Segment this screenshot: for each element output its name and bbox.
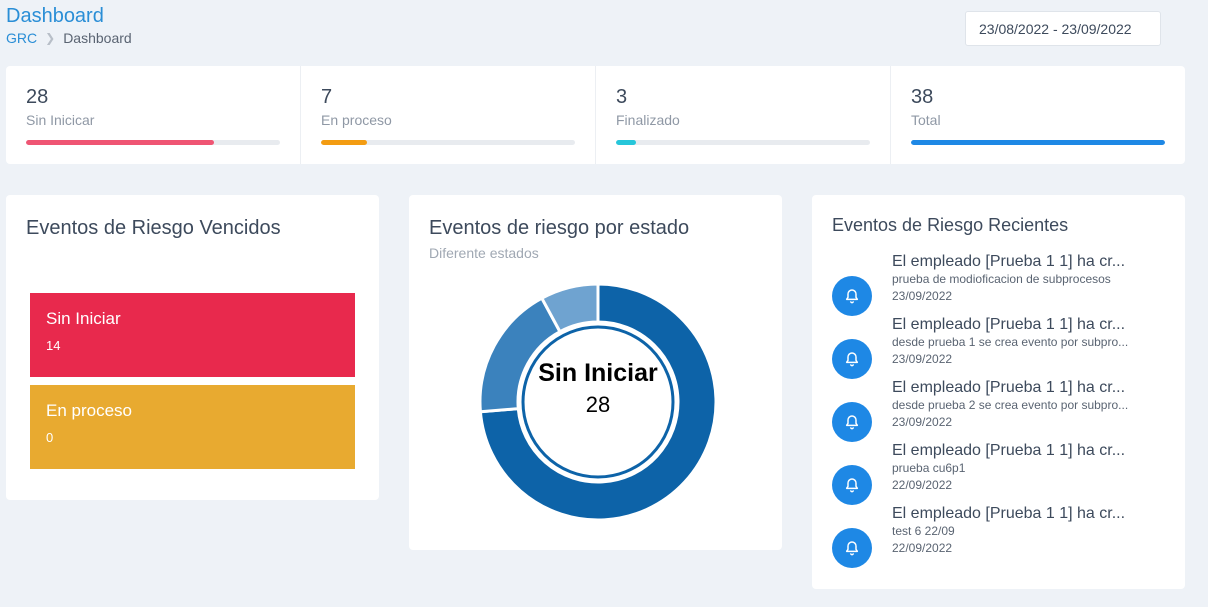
- recent-title: El empleado [Prueba 1 1] ha cr...: [892, 505, 1126, 522]
- recent-desc: prueba de modioficacion de subprocesos: [892, 272, 1111, 286]
- card-recent-events: Eventos de Riesgo Recientes El empleado …: [812, 195, 1185, 589]
- breadcrumb-current: Dashboard: [63, 30, 132, 46]
- stat-progress-bar: [321, 140, 575, 145]
- donut-chart: Sin Iniciar 28: [473, 277, 723, 527]
- card-vencidos: Eventos de Riesgo Vencidos Sin Iniciar 1…: [6, 195, 379, 500]
- breadcrumb: GRC ❯ Dashboard: [6, 30, 132, 46]
- list-item[interactable]: El empleado [Prueba 1 1] ha cr... prueba…: [832, 253, 1172, 316]
- recent-title: El empleado [Prueba 1 1] ha cr...: [892, 316, 1126, 333]
- list-item[interactable]: El empleado [Prueba 1 1] ha cr... desde …: [832, 316, 1172, 379]
- donut-slice-en-proceso[interactable]: [478, 296, 562, 414]
- bell-icon: [832, 465, 872, 505]
- bell-icon: [832, 528, 872, 568]
- stat-progress-bar: [26, 140, 280, 145]
- stat-label: En proceso: [321, 112, 392, 128]
- recent-date: 22/09/2022: [892, 541, 953, 555]
- stat-progress-fill: [321, 140, 367, 145]
- recent-date: 23/09/2022: [892, 415, 953, 429]
- recent-title: El empleado [Prueba 1 1] ha cr...: [892, 253, 1126, 270]
- stat-total: 38 Total: [891, 66, 1185, 164]
- stat-label: Finalizado: [616, 112, 680, 128]
- card-estado: Eventos de riesgo por estado Diferente e…: [409, 195, 782, 550]
- vencido-label: Sin Iniciar: [46, 309, 121, 328]
- bell-icon: [832, 276, 872, 316]
- vencido-count: 14: [46, 338, 61, 353]
- stat-progress-fill: [616, 140, 637, 145]
- date-range-picker[interactable]: 23/08/2022 - 23/09/2022: [965, 11, 1161, 46]
- recent-title: El empleado [Prueba 1 1] ha cr...: [892, 379, 1126, 396]
- card-title: Eventos de Riesgo Vencidos: [26, 217, 281, 239]
- vencido-count: 0: [46, 430, 54, 445]
- recent-desc: desde prueba 1 se crea evento por subpro…: [892, 335, 1129, 349]
- stat-label: Sin Inicicar: [26, 112, 95, 128]
- stat-value: 3: [616, 86, 628, 108]
- card-title: Eventos de Riesgo Recientes: [832, 215, 1069, 235]
- stat-sin-iniciar: 28 Sin Inicicar: [6, 66, 301, 164]
- recent-list: El empleado [Prueba 1 1] ha cr... prueba…: [832, 253, 1172, 568]
- list-item[interactable]: El empleado [Prueba 1 1] ha cr... prueba…: [832, 442, 1172, 505]
- stat-progress-fill: [911, 140, 1165, 145]
- stat-label: Total: [911, 112, 941, 128]
- recent-date: 23/09/2022: [892, 352, 953, 366]
- stat-progress-bar: [616, 140, 870, 145]
- card-title: Eventos de riesgo por estado: [429, 217, 690, 239]
- recent-desc: test 6 22/09: [892, 524, 955, 538]
- stat-value: 7: [321, 86, 333, 108]
- bell-icon: [832, 402, 872, 442]
- vencido-box-sin-iniciar[interactable]: Sin Iniciar 14: [30, 293, 355, 377]
- donut-inner-ring: [521, 325, 675, 479]
- recent-desc: prueba cu6p1: [892, 461, 966, 475]
- stat-en-proceso: 7 En proceso: [301, 66, 596, 164]
- bell-icon: [832, 339, 872, 379]
- list-item[interactable]: El empleado [Prueba 1 1] ha cr... desde …: [832, 379, 1172, 442]
- chevron-right-icon: ❯: [45, 31, 56, 45]
- stats-panel: 28 Sin Inicicar 7 En proceso 3 Finalizad…: [6, 66, 1185, 164]
- recent-date: 22/09/2022: [892, 478, 953, 492]
- stat-finalizado: 3 Finalizado: [596, 66, 891, 164]
- vencido-label: En proceso: [46, 401, 132, 420]
- stat-value: 28: [26, 86, 49, 108]
- stat-progress-bar: [911, 140, 1165, 145]
- list-item[interactable]: El empleado [Prueba 1 1] ha cr... test 6…: [832, 505, 1172, 568]
- stat-progress-fill: [26, 140, 214, 145]
- donut-svg: [478, 282, 718, 522]
- breadcrumb-link-grc[interactable]: GRC: [6, 30, 37, 46]
- recent-date: 23/09/2022: [892, 289, 953, 303]
- card-subtitle: Diferente estados: [429, 245, 539, 261]
- vencido-box-en-proceso[interactable]: En proceso 0: [30, 385, 355, 469]
- stat-value: 38: [911, 86, 934, 108]
- recent-desc: desde prueba 2 se crea evento por subpro…: [892, 398, 1129, 412]
- recent-title: El empleado [Prueba 1 1] ha cr...: [892, 442, 1126, 459]
- page-title: Dashboard: [6, 5, 104, 27]
